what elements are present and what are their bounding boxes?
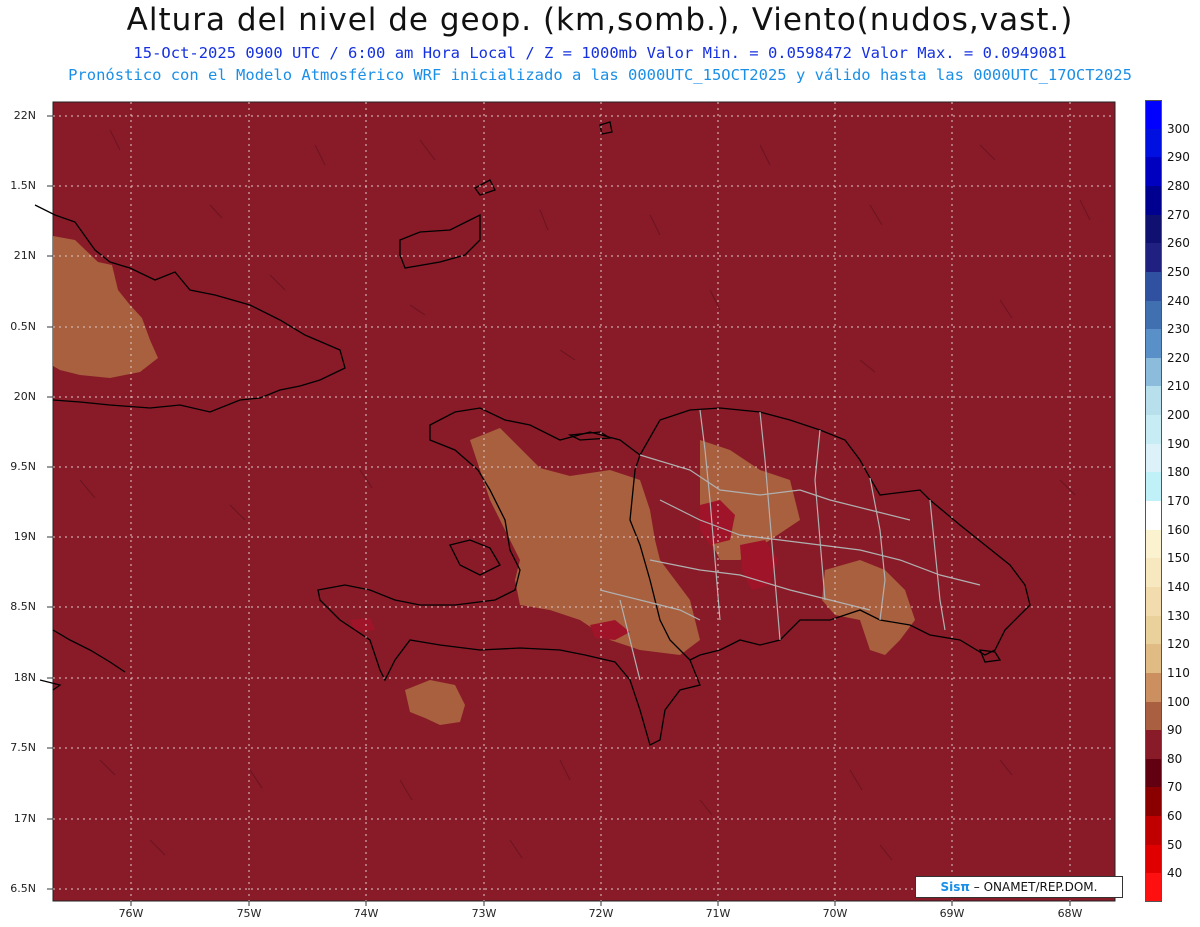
legend-label: 130 <box>1167 608 1190 623</box>
legend-label: 210 <box>1167 379 1190 394</box>
lat-label-12: 6.5N <box>10 882 36 895</box>
legend-label: 180 <box>1167 465 1190 480</box>
legend-label: 300 <box>1167 121 1190 136</box>
legend-label: 290 <box>1167 150 1190 165</box>
legend-label: 280 <box>1167 178 1190 193</box>
lon-label-4: 73W <box>471 907 497 920</box>
legend-label: 100 <box>1167 694 1190 709</box>
legend-label: 170 <box>1167 494 1190 508</box>
lon-label-6: 71W <box>705 907 731 920</box>
lat-label-9: 18N <box>13 671 36 684</box>
legend-label: 220 <box>1167 350 1190 365</box>
legend-label: 60 <box>1167 809 1183 824</box>
lon-label-2: 75W <box>236 907 262 920</box>
credit-org: ONAMET/REP.DOM. <box>983 880 1098 894</box>
legend-label: 160 <box>1167 522 1190 537</box>
legend-label: 200 <box>1167 408 1190 423</box>
legend-label: 50 <box>1167 837 1183 852</box>
lat-label-6: 9.5N <box>10 460 36 473</box>
lat-label-7: 19N <box>13 530 36 543</box>
lon-label-9: 68W <box>1057 907 1083 920</box>
credit-separator: – <box>969 880 984 894</box>
legend-label: 90 <box>1167 723 1183 738</box>
credit-brand: Sisπ <box>940 880 970 894</box>
legend-label: 70 <box>1167 780 1183 795</box>
lat-label-11: 17N <box>13 812 36 825</box>
lon-label-8: 69W <box>939 907 965 920</box>
lon-label-5: 72W <box>588 907 614 920</box>
legend-label: 260 <box>1167 236 1190 251</box>
legend-label: 230 <box>1167 322 1190 337</box>
lon-label-7: 70W <box>822 907 848 920</box>
lat-label-4: 0.5N <box>10 320 36 333</box>
lat-label-8: 8.5N <box>10 600 36 613</box>
lat-label-1: 22N <box>13 109 36 122</box>
map-canvas <box>34 101 1116 906</box>
legend-frame <box>1145 100 1162 902</box>
legend-label: 270 <box>1167 207 1190 222</box>
legend-label: 250 <box>1167 264 1190 279</box>
legend-label: 140 <box>1167 579 1190 594</box>
legend-label: 190 <box>1167 436 1190 451</box>
legend-label: 120 <box>1167 637 1190 652</box>
lon-label-1: 76W <box>118 907 144 920</box>
lat-label-10: 7.5N <box>10 741 36 754</box>
legend-label: 110 <box>1167 665 1190 680</box>
lon-label-3: 74W <box>353 907 379 920</box>
credit-box: Sisπ – ONAMET/REP.DOM. <box>915 876 1123 898</box>
legend-label: 150 <box>1167 551 1190 566</box>
legend-label: 80 <box>1167 751 1183 766</box>
legend-label: 40 <box>1167 866 1183 881</box>
lat-label-2: 1.5N <box>10 179 36 192</box>
lat-label-3: 21N <box>13 249 36 262</box>
lat-label-5: 20N <box>13 390 36 403</box>
legend-label: 240 <box>1167 293 1190 308</box>
